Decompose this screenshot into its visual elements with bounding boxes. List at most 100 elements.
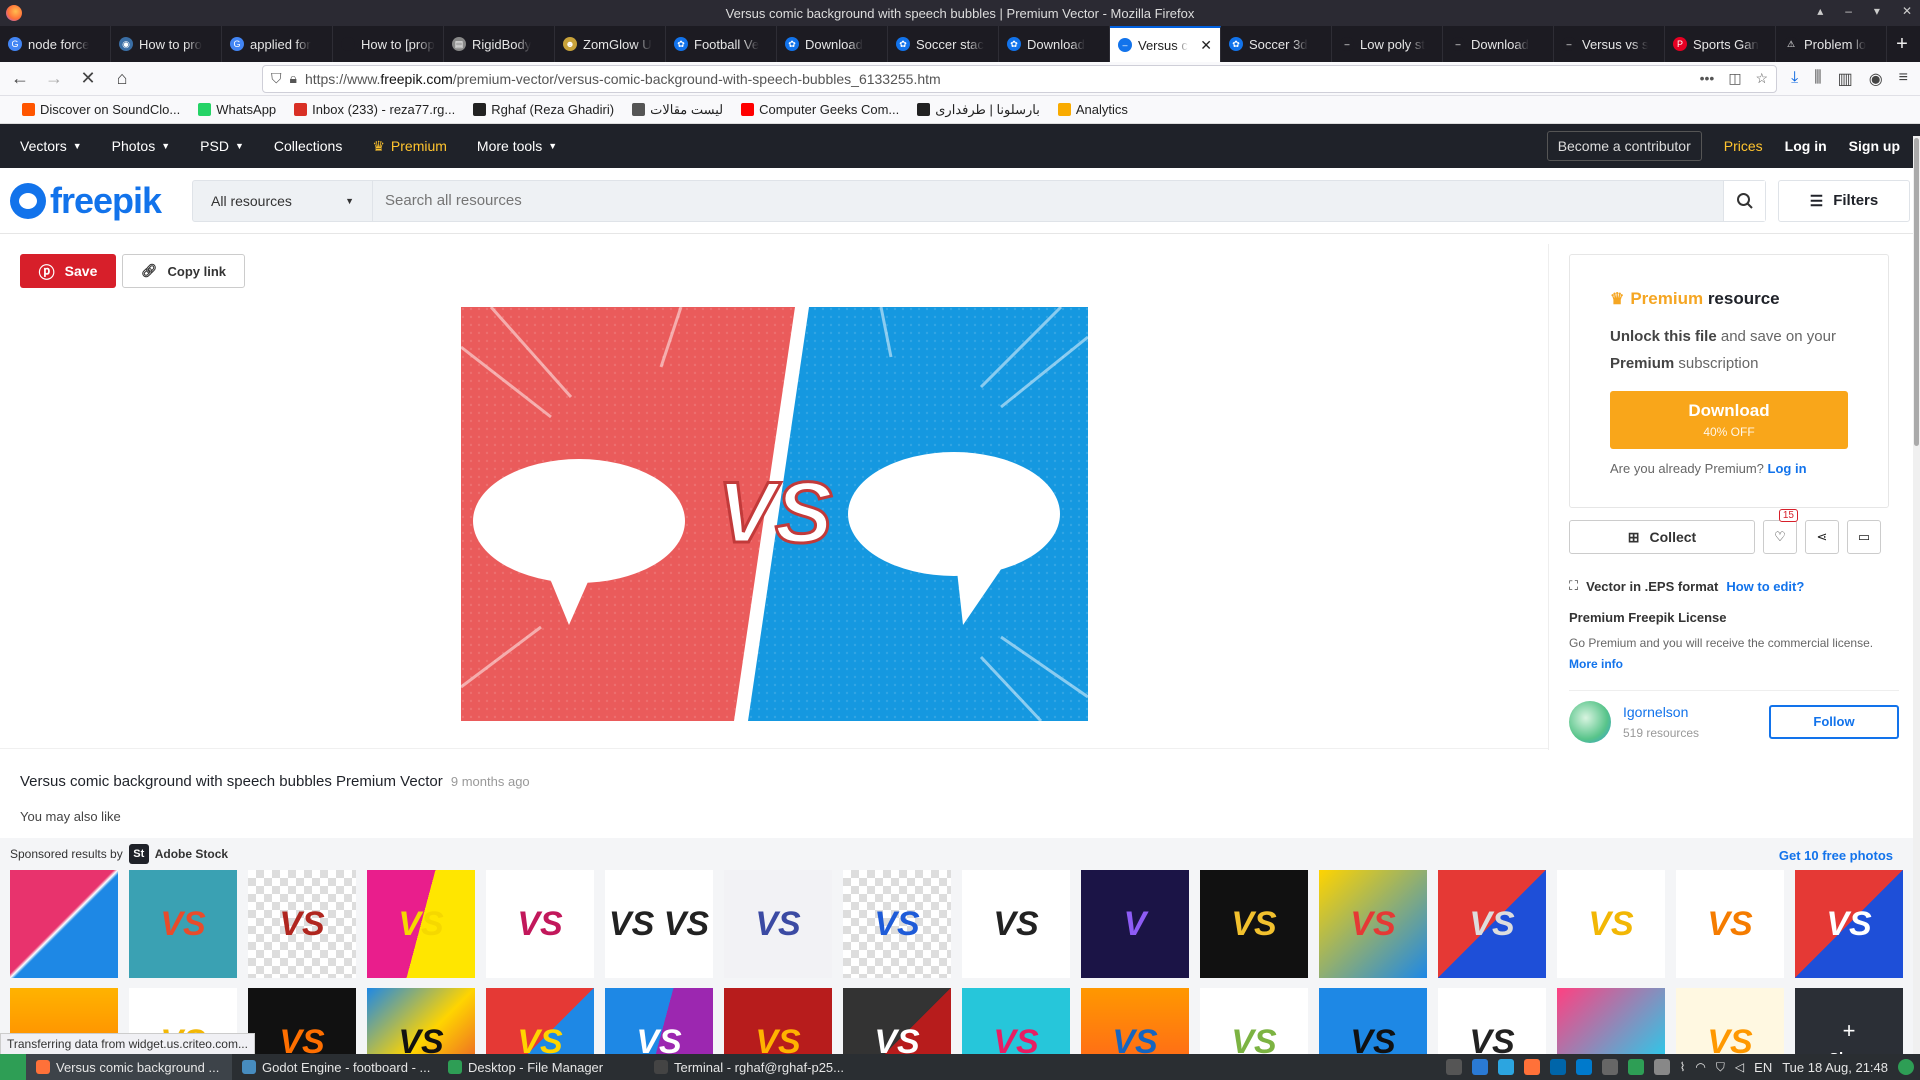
sponsored-thumbnail[interactable]: VS xyxy=(724,870,832,978)
browser-tab[interactable]: ☻ ZomGlow U xyxy=(555,26,666,62)
sponsored-thumbnail[interactable]: VS xyxy=(843,870,951,978)
vscode-icon[interactable] xyxy=(1575,1059,1592,1075)
taskbar-window-item[interactable]: Desktop - File Manager xyxy=(438,1054,644,1080)
sponsored-thumbnail[interactable]: VS xyxy=(129,870,237,978)
keyboard-layout[interactable]: EN xyxy=(1754,1060,1772,1075)
taskbar-window-item[interactable]: Terminal - rghaf@rghaf-p25... xyxy=(644,1054,850,1080)
mail-icon[interactable] xyxy=(1471,1059,1488,1075)
maximize-button[interactable]: ▾ xyxy=(1874,4,1880,18)
search-button[interactable] xyxy=(1723,180,1765,221)
bookmark-item[interactable]: Analytics xyxy=(1057,102,1128,117)
forward-arrow-icon[interactable]: → xyxy=(40,65,68,93)
bookmark-item[interactable]: بارسلونا | طرفداری xyxy=(917,102,1040,118)
sponsored-thumbnail[interactable]: VS xyxy=(1438,870,1546,978)
signup-link[interactable]: Sign up xyxy=(1849,138,1900,154)
clock[interactable]: Tue 18 Aug, 21:48 xyxy=(1782,1060,1888,1075)
follow-button[interactable]: Follow xyxy=(1769,704,1899,739)
browser-tab[interactable]: – Versus vs s xyxy=(1554,26,1665,62)
sponsored-thumbnail[interactable]: VS xyxy=(486,870,594,978)
shield-tray-icon[interactable]: ⛉ xyxy=(1716,1060,1725,1075)
sponsored-thumbnail[interactable]: VS xyxy=(1676,870,1784,978)
author-name[interactable]: Igornelson xyxy=(1623,704,1699,720)
bookmark-item[interactable]: Rghaf (Reza Ghadiri) xyxy=(473,102,614,117)
page-scrollbar[interactable] xyxy=(1913,136,1920,1054)
home-icon[interactable]: ⌂ xyxy=(108,65,136,93)
browser-tab[interactable]: How to [proper xyxy=(333,26,444,62)
tray-app-icon[interactable] xyxy=(1653,1059,1670,1075)
url-bar[interactable]: ⛉ 🔒︎ https://www.freepik.com/premium-vec… xyxy=(262,64,1778,93)
file-manager-icon[interactable] xyxy=(1627,1059,1644,1075)
sponsored-thumbnail[interactable]: VS xyxy=(1795,870,1903,978)
share-button[interactable]: ⋖ xyxy=(1805,520,1839,554)
tracking-shield-icon[interactable]: ⛉ xyxy=(271,70,282,87)
scrollbar-thumb[interactable] xyxy=(1914,138,1919,446)
sponsored-thumbnail[interactable]: VS xyxy=(962,870,1070,978)
lock-icon[interactable]: 🔒︎ xyxy=(290,70,297,87)
page-actions-icon[interactable]: ••• xyxy=(1700,70,1715,87)
sponsored-thumbnail[interactable]: V xyxy=(1081,870,1189,978)
library-icon[interactable]: ⫼ xyxy=(1814,69,1821,89)
browser-tab[interactable]: ✿ Download xyxy=(777,26,888,62)
author-avatar[interactable] xyxy=(1569,700,1611,743)
start-menu-button[interactable] xyxy=(0,1054,26,1080)
bookmark-item[interactable]: Inbox (233) - reza77.rg... xyxy=(294,102,455,117)
browser-tab[interactable]: ✿ Soccer stac xyxy=(888,26,999,62)
window-control-up[interactable]: ▴ xyxy=(1817,4,1823,18)
stop-icon[interactable]: ✕ xyxy=(74,65,102,93)
browser-tab[interactable]: ▤ RigidBody xyxy=(444,26,555,62)
browser-tab[interactable]: ◉ How to pro xyxy=(111,26,222,62)
nav-premium[interactable]: ♛ Premium xyxy=(372,138,447,155)
sponsored-thumbnail[interactable]: VS VS xyxy=(605,870,713,978)
browser-tab[interactable]: ✿ Download xyxy=(999,26,1110,62)
nav-vectors[interactable]: Vectors ▼ xyxy=(20,138,82,154)
browser-tab[interactable]: Gapplied for xyxy=(222,26,333,62)
browser-tab[interactable]: P Sports Gan xyxy=(1665,26,1776,62)
browser-tab[interactable]: Gnode force xyxy=(0,26,111,62)
taskbar-window-item[interactable]: Versus comic background ... xyxy=(26,1054,232,1080)
sponsored-thumbnail[interactable]: VS xyxy=(1319,870,1427,978)
browser-tab[interactable]: – Versus c ✕ xyxy=(1110,26,1221,62)
browser-tab[interactable]: ✿ Soccer 3d xyxy=(1221,26,1332,62)
more-info-link[interactable]: More info xyxy=(1569,657,1623,671)
freepik-logo[interactable]: freepik xyxy=(10,180,170,222)
bookmark-item[interactable]: WhatsApp xyxy=(198,102,276,117)
pocket-icon[interactable]: ◫ xyxy=(1728,70,1741,87)
resource-type-select[interactable]: All resources ▼ xyxy=(193,180,373,221)
become-contributor-button[interactable]: Become a contributor xyxy=(1546,131,1702,161)
clip-icon[interactable]: ⌇ xyxy=(1680,1060,1686,1074)
premium-login-link[interactable]: Log in xyxy=(1768,461,1807,476)
bookmark-item[interactable]: لیست مقالات xyxy=(632,102,723,118)
taskbar-window-item[interactable]: Godot Engine - footboard - ... xyxy=(232,1054,438,1080)
browser-tab[interactable]: ✿ Football Ve xyxy=(666,26,777,62)
how-to-edit-link[interactable]: How to edit? xyxy=(1726,579,1804,594)
bookmark-item[interactable]: Discover on SoundClo... xyxy=(22,102,180,117)
search-input[interactable] xyxy=(373,180,1723,221)
get-free-photos-link[interactable]: Get 10 free photos xyxy=(1779,848,1893,863)
sponsored-thumbnail[interactable]: VS xyxy=(367,870,475,978)
nav-more-tools[interactable]: More tools ▼ xyxy=(477,138,557,154)
download-button[interactable]: Download 40% OFF xyxy=(1610,391,1848,449)
nav-collections[interactable]: Collections xyxy=(274,138,342,154)
terminal-icon[interactable] xyxy=(1601,1059,1618,1075)
sidebar-icon[interactable]: ▥ xyxy=(1838,69,1853,89)
minimize-button[interactable]: – xyxy=(1845,4,1852,18)
collect-button[interactable]: ⊞ Collect xyxy=(1569,520,1755,554)
new-tab-button[interactable]: + xyxy=(1887,26,1917,62)
sponsored-thumbnail[interactable]: VS xyxy=(1200,870,1308,978)
browser-tab[interactable]: – Low poly st xyxy=(1332,26,1443,62)
copy-link-button[interactable]: 🔗︎ Copy link xyxy=(122,254,245,288)
telegram-icon[interactable] xyxy=(1497,1059,1514,1075)
sponsored-thumbnail[interactable]: VS xyxy=(248,870,356,978)
tray-app-icon[interactable] xyxy=(1549,1059,1566,1075)
close-tab-icon[interactable]: ✕ xyxy=(1200,37,1212,54)
browser-tab[interactable]: – Download xyxy=(1443,26,1554,62)
menu-icon[interactable]: ≡ xyxy=(1899,69,1908,89)
close-window-button[interactable]: ✕ xyxy=(1902,4,1912,18)
login-link[interactable]: Log in xyxy=(1785,138,1827,154)
download-icon[interactable]: ⤓ xyxy=(1791,69,1798,89)
sponsored-thumbnail[interactable] xyxy=(10,870,118,978)
filters-button[interactable]: ☰ Filters xyxy=(1778,179,1910,222)
tray-app-icon[interactable] xyxy=(1445,1059,1462,1075)
bookmark-item[interactable]: Computer Geeks Com... xyxy=(741,102,899,117)
wifi-icon[interactable]: ◠ xyxy=(1695,1060,1705,1074)
